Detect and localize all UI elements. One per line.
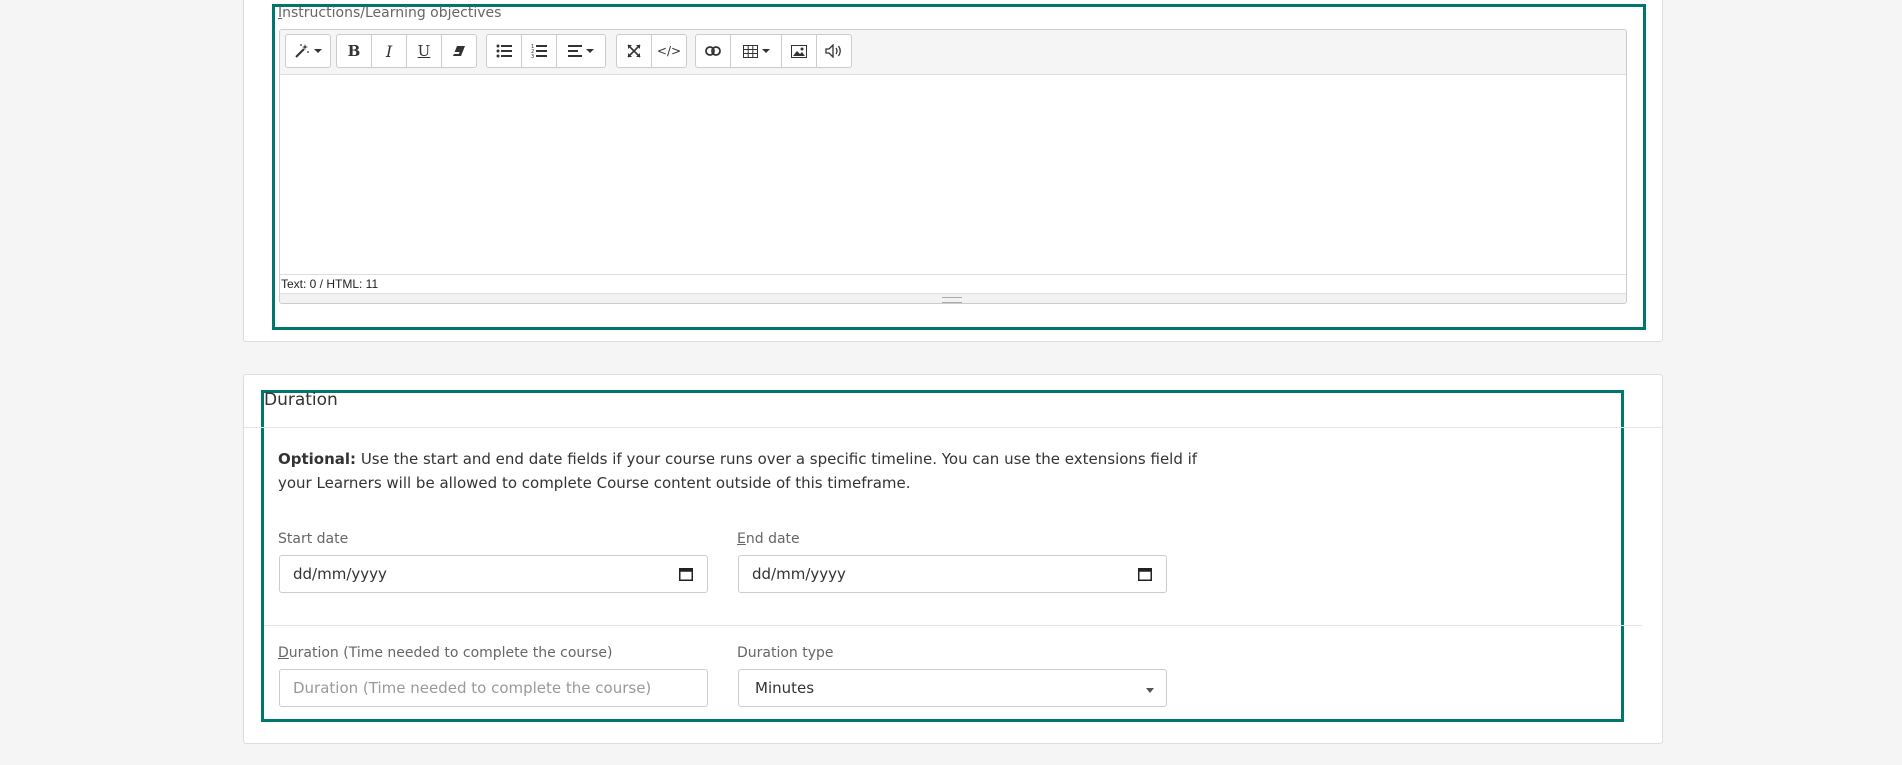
editor-status-count: Text: 0 / HTML: 11 (280, 274, 1626, 293)
image-icon (791, 44, 807, 58)
align-icon (568, 45, 582, 57)
eraser-icon (453, 46, 465, 56)
code-view-button[interactable]: </> (651, 34, 687, 68)
insert-image-button[interactable] (781, 34, 817, 68)
italic-button[interactable]: I (371, 34, 407, 68)
start-date-input[interactable]: dd/mm/yyyy (279, 555, 708, 593)
unordered-list-button[interactable] (486, 34, 522, 68)
duration-field-label: Duration (Time needed to complete the co… (278, 645, 613, 661)
resize-grip-icon[interactable] (942, 297, 962, 303)
clear-format-button[interactable] (441, 34, 477, 68)
fullscreen-button[interactable] (616, 34, 652, 68)
paragraph-align-dropdown[interactable] (556, 34, 606, 68)
style-dropdown-button[interactable] (285, 34, 331, 68)
end-date-input[interactable]: dd/mm/yyyy (738, 555, 1167, 593)
expand-icon (627, 44, 641, 58)
duration-input-placeholder: Duration (Time needed to complete the co… (293, 679, 652, 697)
start-date-value: dd/mm/yyyy (293, 565, 387, 583)
underline-button[interactable]: U (406, 34, 442, 68)
insert-link-button[interactable] (695, 34, 731, 68)
bold-button[interactable]: B (336, 34, 372, 68)
editor-content-area[interactable] (280, 75, 1626, 230)
table-icon (742, 44, 758, 58)
insert-table-dropdown[interactable] (730, 34, 782, 68)
start-date-label: Start date (278, 531, 349, 547)
duration-type-select[interactable]: Minutes (738, 669, 1167, 707)
card-header-divider (244, 427, 1662, 428)
ordered-list-icon: 1 2 3 (531, 44, 547, 58)
svg-text:3: 3 (531, 54, 534, 58)
duration-type-value: Minutes (755, 679, 815, 697)
bold-icon: B (347, 42, 361, 60)
italic-icon: I (385, 41, 393, 61)
editor-toolbar: B I U 1 2 3 </> (280, 30, 1626, 75)
end-date-value: dd/mm/yyyy (752, 565, 846, 583)
duration-card-title: Duration (264, 390, 338, 410)
duration-input[interactable]: Duration (Time needed to complete the co… (279, 669, 708, 707)
calendar-icon[interactable] (1138, 567, 1152, 581)
chevron-down-icon (761, 49, 770, 53)
insert-audio-button[interactable] (816, 34, 852, 68)
underline-icon: U (417, 42, 431, 60)
magic-wand-icon (295, 44, 309, 58)
chevron-down-icon (314, 49, 322, 53)
ordered-list-button[interactable]: 1 2 3 (521, 34, 557, 68)
rich-text-editor: B I U 1 2 3 </> Text: 0 / HTML: 11 (279, 29, 1627, 304)
duration-help-text: Optional: Use the start and end date fie… (278, 450, 1198, 492)
chevron-down-icon (1146, 688, 1154, 693)
end-date-label: End date (737, 531, 800, 547)
editor-resize-bar[interactable] (280, 293, 1626, 303)
field-row-divider (264, 625, 1642, 626)
chevron-down-icon (586, 49, 594, 53)
instructions-label: Instructions/Learning objectives (278, 5, 502, 21)
duration-type-label: Duration type (737, 645, 834, 661)
calendar-icon[interactable] (679, 567, 693, 581)
link-icon (705, 46, 721, 56)
unordered-list-icon (496, 44, 512, 58)
code-view-icon: </> (656, 44, 682, 58)
audio-icon (825, 44, 841, 58)
